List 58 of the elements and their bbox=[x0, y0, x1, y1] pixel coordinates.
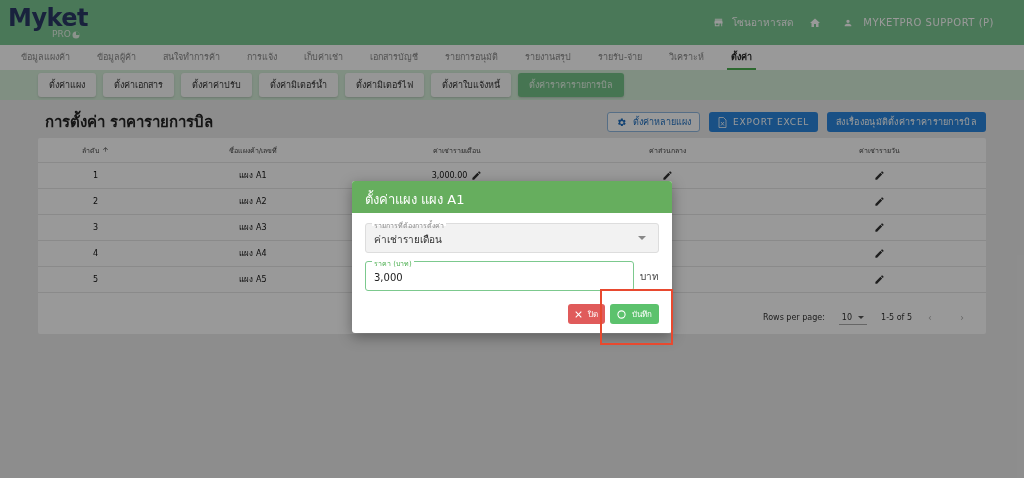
table-cell-text: 3 bbox=[91, 223, 100, 232]
zone-label[interactable]: โซนอาหารสด bbox=[732, 15, 794, 30]
table-cell-text: 5 bbox=[91, 275, 100, 284]
edit-icon[interactable] bbox=[874, 222, 885, 233]
table-cell-text: แผง A3 bbox=[238, 222, 268, 234]
caret-icon bbox=[858, 315, 865, 319]
rows-per-page-label: Rows per page: bbox=[763, 313, 825, 322]
caret-icon bbox=[638, 236, 646, 240]
nav-tab[interactable]: รายการอนุมัติ bbox=[441, 45, 502, 70]
page-range: 1-5 of 5 bbox=[881, 313, 912, 322]
settings-tab[interactable]: ตั้งค่าค่าปรับ bbox=[181, 73, 252, 97]
nav-tab[interactable]: ข้อมูลผู้ค้า bbox=[93, 45, 140, 70]
nav-tab[interactable]: เก็บค่าเช่า bbox=[300, 45, 347, 70]
settings-tab[interactable]: ตั้งค่าใบแจ้งหนี้ bbox=[431, 73, 511, 97]
logo-subtitle: PRO bbox=[52, 30, 71, 39]
circle-icon bbox=[617, 309, 626, 319]
table-cell: 3,000.00 bbox=[431, 171, 468, 180]
nav-tab[interactable]: สนใจทำการค้า bbox=[159, 45, 224, 70]
table-cell-text: 2 bbox=[91, 197, 100, 206]
pie-icon bbox=[71, 30, 80, 39]
rows-per-page-select[interactable]: 10 bbox=[838, 310, 868, 325]
bulk-settings-button[interactable]: ตั้งค่าหลายแผง bbox=[607, 112, 701, 132]
nav-tab[interactable]: รายรับ-จ่าย bbox=[594, 45, 647, 70]
settings-icon bbox=[616, 116, 628, 128]
settings-tab[interactable]: ตั้งค่าราคารายการบิล bbox=[518, 73, 624, 97]
spreadsheet-file-icon bbox=[718, 116, 728, 128]
nav-tab[interactable]: การแจ้ง bbox=[243, 45, 281, 70]
save-button[interactable]: บันทึก bbox=[610, 304, 659, 324]
edit-icon[interactable] bbox=[471, 170, 483, 181]
unit-label: บาท bbox=[640, 269, 659, 284]
close-button[interactable]: ปิด bbox=[568, 304, 605, 324]
settings-tab[interactable]: ตั้งค่ามิเตอร์ไฟ bbox=[345, 73, 424, 97]
settings-tab[interactable]: ตั้งค่ามิเตอร์น้ำ bbox=[259, 73, 338, 97]
edit-icon[interactable] bbox=[874, 196, 885, 207]
nav-tab[interactable]: เอกสารบัญชี bbox=[366, 45, 422, 70]
export-excel-button[interactable]: EXPORT EXCEL bbox=[709, 112, 819, 132]
logo: Myket bbox=[8, 6, 89, 30]
table-cell-text: แผง A5 bbox=[238, 274, 268, 286]
table-cell-text: แผง A2 bbox=[238, 196, 268, 208]
settings-tab[interactable]: ตั้งค่าแผง bbox=[38, 73, 96, 97]
submit-approval-button[interactable]: ส่งเรื่องอนุมัติตั้งค่าราคารายการบิล bbox=[827, 112, 986, 132]
sort-arrow-icon[interactable] bbox=[101, 145, 109, 153]
nav-tab[interactable]: วิเคราะห์ bbox=[665, 45, 709, 70]
dialog-title: ตั้งค่าแผง แผง A1 bbox=[352, 181, 672, 213]
nav-tab[interactable]: ข้อมูลแผงค้า bbox=[17, 45, 74, 70]
settings-tab[interactable]: ตั้งค่าเอกสาร bbox=[103, 73, 174, 97]
page-title: การตั้งค่า ราคารายการบิล bbox=[45, 110, 214, 134]
edit-icon[interactable] bbox=[661, 170, 673, 181]
table-cell-text: 1 bbox=[91, 171, 100, 180]
edit-icon[interactable] bbox=[874, 274, 885, 285]
close-icon bbox=[575, 310, 582, 318]
nav-tab[interactable]: รายงานสรุป bbox=[521, 45, 575, 70]
edit-icon[interactable] bbox=[874, 248, 885, 259]
table-cell-text: แผง A4 bbox=[238, 248, 268, 260]
table-cell-text: 4 bbox=[91, 249, 100, 258]
user-name[interactable]: MYKETPRO SUPPORT (P) bbox=[863, 17, 994, 28]
edit-icon[interactable] bbox=[874, 170, 885, 181]
table-cell-text: แผง A1 bbox=[238, 170, 268, 182]
